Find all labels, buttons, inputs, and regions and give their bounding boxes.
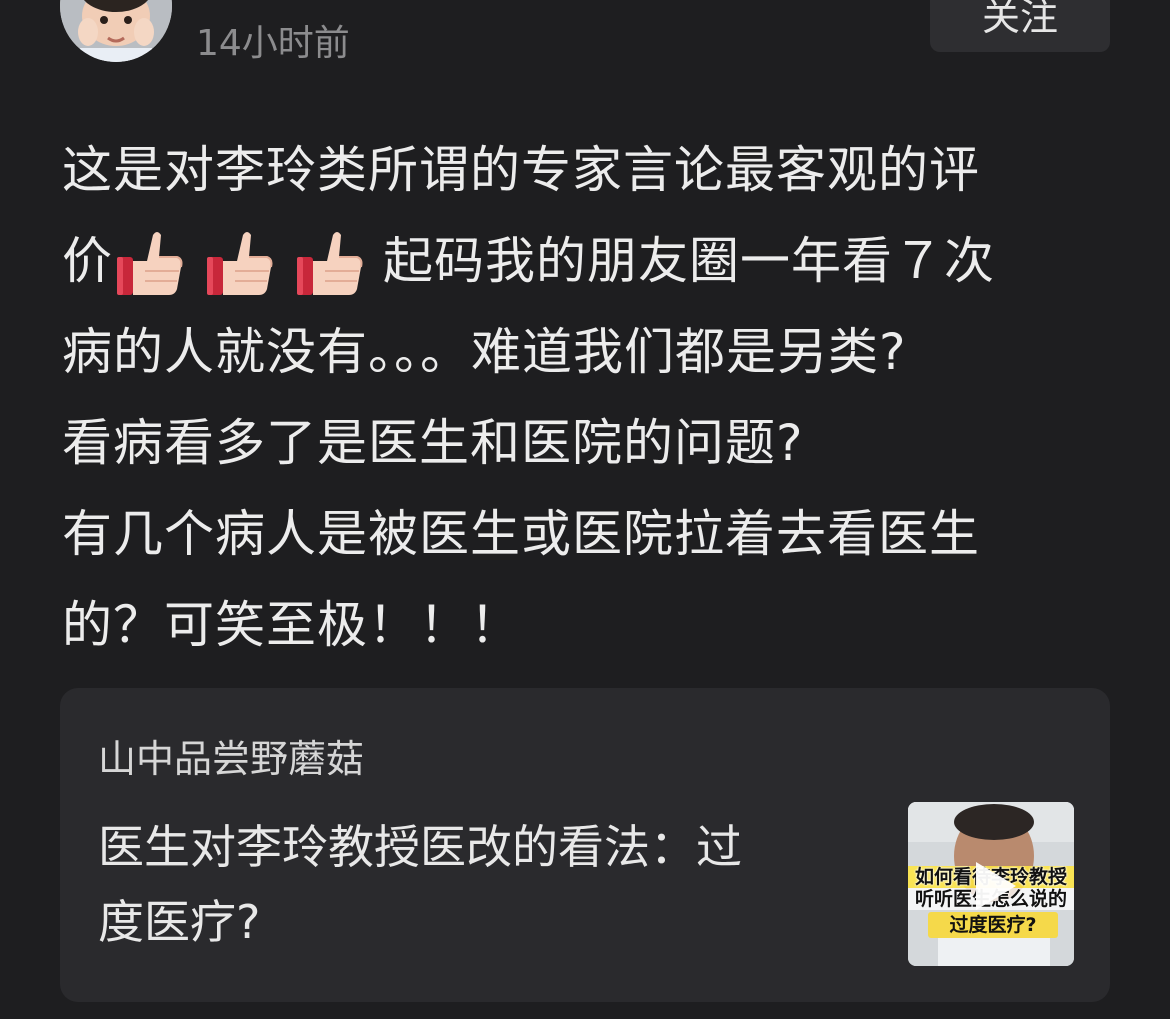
shared-video-title: 医生对李玲教授医改的看法：过 度医疗?	[98, 810, 878, 960]
avatar[interactable]	[60, 0, 172, 62]
post-line-text: 价	[62, 232, 113, 290]
thumbnail-caption-line: 过度医疗?	[928, 912, 1058, 938]
post-line: 的？可笑至极！！！	[62, 596, 521, 654]
post-line-text: 起码我的朋友圈一年看７次	[383, 232, 995, 290]
post-line: 价 起码我的朋友圈一年看７次	[62, 216, 1122, 307]
thumbs-up-icon	[297, 231, 363, 295]
post-line: 看病看多了是医生和医院的问题?	[62, 414, 804, 472]
post-line: 这是对李玲类所谓的专家言论最客观的评	[62, 141, 980, 199]
video-thumbnail[interactable]: 如何看待李玲教授 听听医生怎么说的 过度医疗?	[908, 802, 1074, 966]
thumbs-up-emoji-group	[113, 214, 383, 305]
post-timestamp: 14小时前	[196, 23, 350, 64]
shared-video-title-line: 度医疗?	[98, 895, 261, 949]
post-content: 这是对李玲类所谓的专家言论最客观的评 价 起码我的朋友圈一年看７次 病的人就没有…	[62, 125, 1122, 671]
follow-button[interactable]: 关注	[930, 0, 1110, 52]
child-avatar-image	[60, 0, 172, 62]
thumbs-up-icon	[207, 231, 273, 295]
post-line: 有几个病人是被医生或医院拉着去看医生	[62, 505, 980, 563]
play-icon[interactable]	[970, 858, 1020, 914]
shared-video-author: 山中品尝野蘑菇	[98, 737, 365, 781]
shared-video-title-line: 医生对李玲教授医改的看法：过	[98, 820, 742, 874]
post-line: 病的人就没有。。。难道我们都是另类?	[62, 323, 907, 381]
thumbs-up-icon	[117, 231, 183, 295]
shared-video-card[interactable]: 山中品尝野蘑菇 医生对李玲教授医改的看法：过 度医疗? 如何看待李玲教授 听听医…	[60, 688, 1110, 1002]
